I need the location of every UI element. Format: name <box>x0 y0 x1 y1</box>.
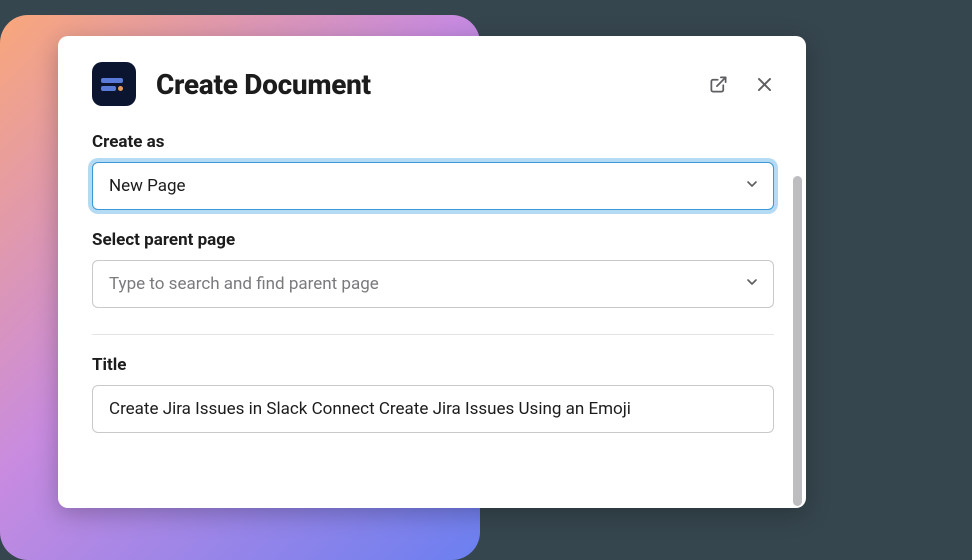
app-icon <box>92 62 136 106</box>
parent-page-select[interactable]: Type to search and find parent page <box>92 260 774 308</box>
close-icon <box>755 75 774 94</box>
create-as-value: New Page <box>109 176 186 196</box>
create-as-select[interactable]: New Page <box>92 162 774 210</box>
external-link-icon <box>709 75 728 94</box>
modal-header: Create Document <box>58 36 806 124</box>
scrollbar-track <box>793 176 802 516</box>
parent-page-select-wrapper: Type to search and find parent page <box>92 260 774 308</box>
scrollbar-thumb[interactable] <box>793 176 802 506</box>
modal-body: Create as New Page Select parent page Ty… <box>58 124 798 508</box>
create-document-modal: Create Document Create as <box>58 36 806 508</box>
create-as-select-wrapper: New Page <box>92 162 774 210</box>
create-as-label: Create as <box>92 132 774 152</box>
parent-page-group: Select parent page Type to search and fi… <box>92 230 774 308</box>
external-link-button[interactable] <box>704 70 732 98</box>
parent-page-placeholder: Type to search and find parent page <box>109 274 379 294</box>
close-button[interactable] <box>750 70 778 98</box>
title-group: Title <box>92 355 774 433</box>
header-actions <box>704 70 778 98</box>
parent-page-label: Select parent page <box>92 230 774 250</box>
section-divider <box>92 334 774 335</box>
modal-title: Create Document <box>156 68 371 101</box>
title-input[interactable] <box>92 385 774 433</box>
create-as-group: Create as New Page <box>92 132 774 210</box>
title-label: Title <box>92 355 774 375</box>
